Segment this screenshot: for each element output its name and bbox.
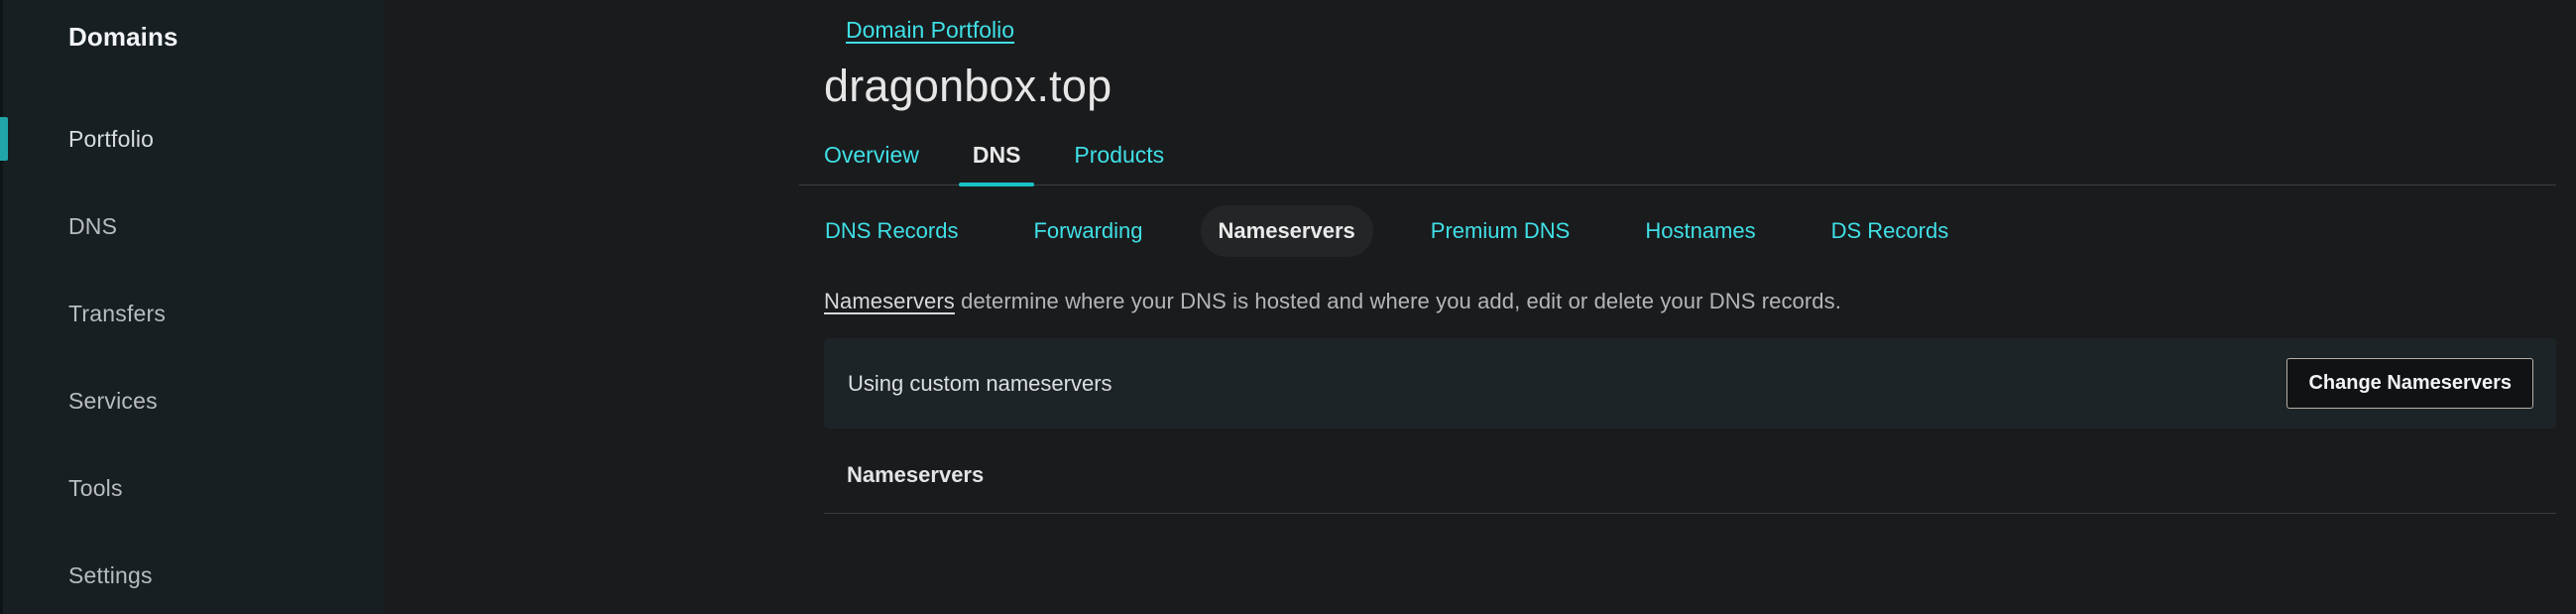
sidebar-item-label: Tools — [68, 474, 123, 501]
active-indicator — [0, 117, 8, 161]
sidebar-item-label: Transfers — [68, 300, 167, 326]
nameserver-status-text: Using custom nameservers — [848, 370, 1112, 396]
sidebar-item-settings[interactable]: Settings — [3, 532, 383, 614]
sidebar-item-tools[interactable]: Tools — [3, 444, 383, 532]
sidebar: Domains Portfolio DNS Transfers Services — [0, 0, 383, 614]
nameservers-term-link[interactable]: Nameservers — [824, 289, 955, 313]
sidebar-item-label: Portfolio — [68, 125, 155, 152]
subtab-hostnames[interactable]: Hostnames — [1627, 205, 1773, 257]
subtab-dns-records[interactable]: DNS Records — [807, 205, 976, 257]
nameservers-description-rest: determine where your DNS is hosted and w… — [954, 289, 1841, 313]
sidebar-item-label: Settings — [68, 561, 153, 588]
nameservers-section-heading: Nameservers — [847, 462, 985, 487]
nameservers-description: Nameservers determine where your DNS is … — [799, 289, 2556, 314]
tab-products[interactable]: Products — [1074, 142, 1164, 184]
sidebar-item-portfolio[interactable]: Portfolio — [0, 95, 383, 183]
tab-dns[interactable]: DNS — [958, 142, 1034, 186]
breadcrumb: Domain Portfolio — [799, 0, 2556, 44]
sidebar-item-label: DNS — [68, 212, 118, 239]
sidebar-item-services[interactable]: Services — [3, 357, 383, 444]
page-title: dragonbox.top — [824, 61, 1112, 111]
nameservers-section: Nameservers — [824, 462, 2556, 552]
primary-tabs: Overview DNS Products — [799, 134, 2556, 186]
section-divider — [824, 513, 2556, 514]
sidebar-nav: Portfolio DNS Transfers Services Tools S — [0, 95, 383, 614]
dns-subtabs: DNS Records Forwarding Nameservers Premi… — [799, 203, 2556, 259]
breadcrumb-link-domain-portfolio[interactable]: Domain Portfolio — [846, 17, 1014, 43]
main-content: Domain Portfolio dragonbox.top Overview … — [383, 0, 2576, 614]
app-root: Domains Portfolio DNS Transfers Services — [0, 0, 2576, 614]
subtab-premium-dns[interactable]: Premium DNS — [1413, 205, 1588, 257]
content-column: Domain Portfolio dragonbox.top Overview … — [799, 0, 2556, 614]
sidebar-item-dns[interactable]: DNS — [3, 183, 383, 270]
subtab-ds-records[interactable]: DS Records — [1814, 205, 1967, 257]
sidebar-item-label: Services — [68, 387, 158, 414]
sidebar-item-transfers[interactable]: Transfers — [3, 270, 383, 357]
sidebar-title: Domains — [68, 22, 178, 52]
change-nameservers-button[interactable]: Change Nameservers — [2286, 358, 2533, 409]
tab-overview[interactable]: Overview — [824, 142, 919, 184]
nameservers-list-row-partial — [824, 536, 2556, 552]
subtab-forwarding[interactable]: Forwarding — [1015, 205, 1160, 257]
nameserver-status-panel: Using custom nameservers Change Nameserv… — [824, 338, 2556, 429]
subtab-nameservers[interactable]: Nameservers — [1200, 205, 1373, 257]
